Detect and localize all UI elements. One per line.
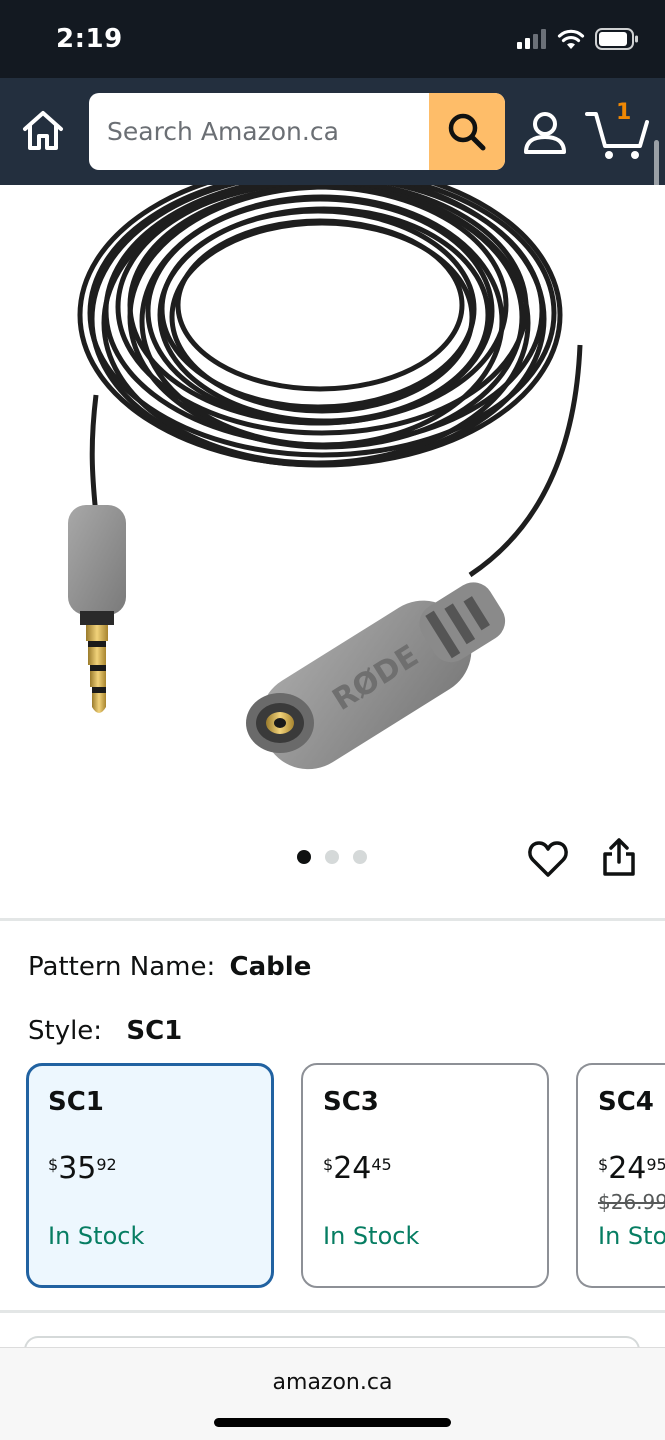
- section-divider: [0, 918, 665, 921]
- image-pagination: [297, 850, 367, 864]
- account-icon: [524, 112, 566, 154]
- style-option-list-price: [323, 1190, 527, 1214]
- wishlist-button[interactable]: [527, 838, 569, 880]
- pattern-name-row: Pattern Name: Cable: [28, 952, 311, 982]
- battery-icon: [595, 28, 638, 50]
- home-button[interactable]: [20, 108, 66, 154]
- style-option-stock: In Stock: [598, 1222, 665, 1250]
- share-icon: [603, 838, 635, 876]
- cable-image: RØDE: [68, 162, 583, 770]
- search-box: [89, 93, 505, 170]
- style-option-price: $3592: [48, 1151, 117, 1186]
- wifi-icon: [557, 29, 585, 49]
- heart-icon: [528, 841, 568, 877]
- browser-bottom-bar: amazon.ca: [0, 1347, 665, 1440]
- style-option-list-price: $26.99: [598, 1190, 665, 1214]
- status-time: 2:19: [56, 24, 123, 54]
- pagination-dot[interactable]: [325, 850, 339, 864]
- style-option-sc4[interactable]: SC4 $2495 $26.99 In Stock: [576, 1063, 665, 1288]
- style-option-name: SC4: [598, 1087, 654, 1117]
- browser-url[interactable]: amazon.ca: [0, 1370, 665, 1395]
- search-input[interactable]: [89, 93, 429, 170]
- home-indicator[interactable]: [214, 1418, 451, 1427]
- search-icon: [448, 113, 486, 150]
- style-value: SC1: [126, 1016, 183, 1046]
- pagination-dot[interactable]: [353, 850, 367, 864]
- style-option-sc1[interactable]: SC1 $3592 In Stock: [26, 1063, 274, 1288]
- style-option-price: $2445: [323, 1151, 392, 1186]
- pattern-label: Pattern Name:: [28, 952, 216, 982]
- account-button[interactable]: [520, 108, 570, 158]
- status-icons: [517, 28, 639, 50]
- home-icon: [23, 111, 63, 150]
- cart-count-badge: 1: [616, 100, 632, 125]
- cart-button[interactable]: 1: [584, 100, 650, 162]
- pattern-value: Cable: [229, 952, 312, 982]
- style-option-stock: In Stock: [48, 1222, 145, 1250]
- style-option-price: $2495: [598, 1151, 665, 1186]
- style-label: Style:: [28, 1016, 103, 1046]
- style-option-sc3[interactable]: SC3 $2445 In Stock: [301, 1063, 549, 1288]
- style-option-name: SC1: [48, 1087, 104, 1117]
- top-nav: 1: [0, 78, 665, 194]
- style-option-stock: In Stock: [323, 1222, 420, 1250]
- style-row: Style: SC1: [28, 1016, 182, 1046]
- style-option-name: SC3: [323, 1087, 379, 1117]
- section-divider: [0, 1310, 665, 1313]
- style-option-list-price: [48, 1190, 252, 1214]
- search-button[interactable]: [429, 93, 505, 170]
- signal-icon: [517, 29, 546, 49]
- product-image[interactable]: RØDE: [0, 162, 665, 820]
- status-bar: 2:19: [0, 0, 665, 78]
- pagination-dot[interactable]: [297, 850, 311, 864]
- share-button[interactable]: [600, 836, 638, 878]
